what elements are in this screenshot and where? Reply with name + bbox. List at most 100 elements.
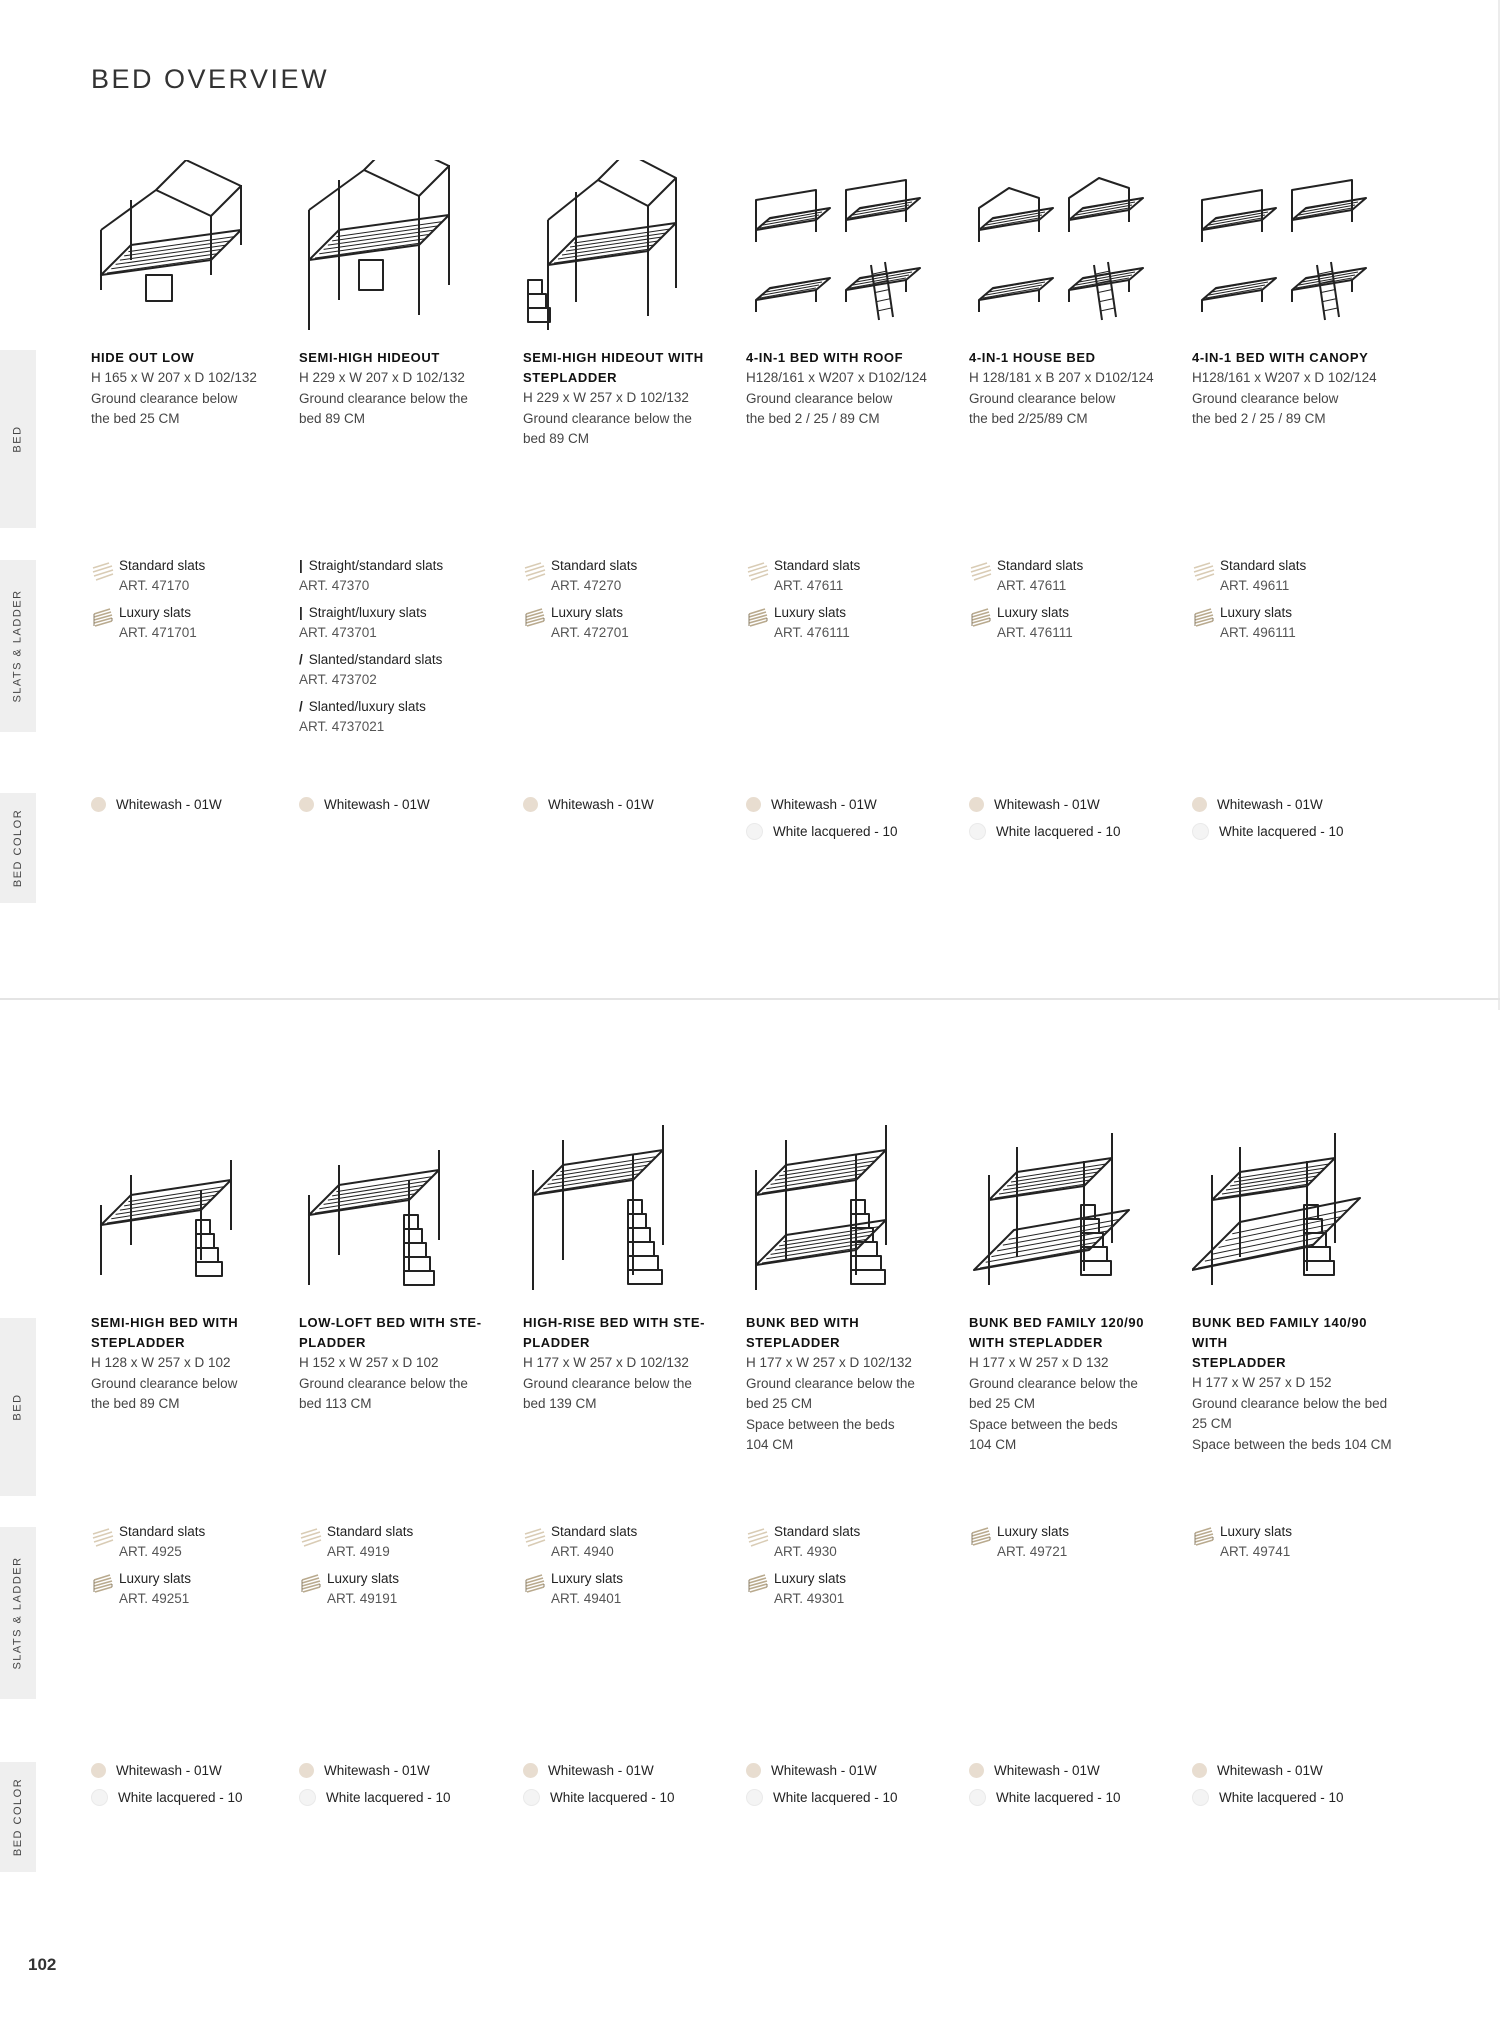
article-number: ART. 4925 (119, 1544, 182, 1559)
slats-list: Luxury slats ART. 49721 (969, 1522, 1184, 1569)
bunk-family-140-icon-drawing (1192, 1133, 1361, 1285)
color-label: White lacquered - 10 (118, 1789, 243, 1805)
slat-name: Standard slats (774, 1524, 861, 1539)
color-option: Whitewash - 01W (91, 1760, 311, 1780)
page-title: BED OVERVIEW (91, 64, 330, 95)
color-swatch (91, 1762, 106, 1778)
slats-list: Standard slats ART. 4940 Luxury slats ART. … (523, 1522, 738, 1616)
product-spec: Space between the beds 104 CM (1192, 1436, 1392, 1452)
color-options: Whitewash - 01W White lacquered - 10 (1192, 1760, 1412, 1814)
slat-label: Straight/luxury slats (308, 605, 427, 620)
side-tab-slats-bottom: SLATS & LADDER (0, 1527, 36, 1699)
product-name: LOW-LOFT BED WITH STE- (299, 1315, 482, 1330)
color-label: Whitewash - 01W (1217, 1762, 1323, 1778)
slat-option: Luxury slats ART. 49741 (1192, 1522, 1407, 1562)
side-tab-color-top: BED COLOR (0, 793, 36, 903)
color-option: Whitewash - 01W (523, 794, 743, 814)
slat-name: Luxury slats (1220, 605, 1293, 620)
standard-slats-icon (91, 559, 115, 583)
article-number: ART. 49721 (997, 1544, 1068, 1559)
product-column: SEMI-HIGH HIDEOUT H 229 x W 207 x D 102/1… (299, 160, 509, 1060)
color-label: White lacquered - 10 (996, 1789, 1121, 1805)
slat-option: Standard slats ART. 4919 (299, 1522, 514, 1562)
color-option: White lacquered - 10 (1192, 1787, 1412, 1807)
slanted-mark: / (299, 699, 303, 714)
color-swatch (1192, 822, 1209, 840)
product-name: HIDE OUT LOW (91, 350, 195, 365)
article-number: ART. 473702 (299, 672, 377, 687)
product-name: SEMI-HIGH HIDEOUT WITH (523, 350, 704, 365)
luxury-slats-icon (746, 1572, 770, 1596)
product-info: SEMI-HIGH HIDEOUT H 229 x W 207 x D 102/1… (299, 348, 504, 430)
low-loft-stepladder-icon-drawing (308, 1150, 440, 1286)
product-spec: the bed 2 / 25 / 89 CM (746, 411, 880, 426)
color-swatch (969, 1762, 984, 1778)
semi-high-stepladder-icon (91, 1125, 266, 1300)
color-option: White lacquered - 10 (969, 1787, 1189, 1807)
product-spec: H 229 x W 257 x D 102/132 (523, 390, 689, 405)
color-options: Whitewash - 01W White lacquered - 10 (746, 794, 966, 848)
product-info: BUNK BED FAMILY 140/90 WITH STEPLADDER H 1… (1192, 1313, 1397, 1455)
slat-option: Standard slats ART. 49611 (1192, 556, 1407, 596)
slat-option: / Slanted/standard slats ART. 473702 (299, 650, 514, 690)
color-swatch (746, 1788, 763, 1806)
luxury-slats-icon (1192, 1525, 1216, 1549)
color-swatch (969, 1788, 986, 1806)
slat-name: Luxury slats (551, 605, 624, 620)
slats-list: Standard slats ART. 49611 Luxury slats ART.… (1192, 556, 1407, 650)
article-number: ART. 47270 (551, 578, 622, 593)
color-option: Whitewash - 01W (746, 794, 966, 814)
product-info: 4-IN-1 BED WITH ROOF H128/161 x W207 x D1… (746, 348, 951, 430)
color-option: Whitewash - 01W (1192, 794, 1412, 814)
product-spec: Ground clearance below the (969, 1375, 1138, 1391)
straight-mark: | (299, 558, 303, 573)
color-option: White lacquered - 10 (523, 1787, 743, 1807)
slat-option: Standard slats ART. 47611 (746, 556, 961, 596)
slats-list: Standard slats ART. 47270 Luxury slats ART.… (523, 556, 738, 650)
slat-name: Luxury slats (1220, 1524, 1293, 1539)
slats-list: Standard slats ART. 47611 Luxury slats ART.… (746, 556, 961, 650)
color-option: Whitewash - 01W (969, 794, 1189, 814)
color-swatch (523, 1762, 538, 1778)
luxury-slats-icon (91, 1572, 115, 1596)
slat-option: Luxury slats ART. 49401 (523, 1569, 738, 1609)
product-name: BUNK BED WITH (746, 1315, 860, 1330)
product-spec: H 177 x W 257 x D 102/132 (523, 1355, 689, 1370)
bunk-family-140-icon (1192, 1125, 1367, 1300)
color-swatch (746, 822, 763, 840)
slat-name: Standard slats (997, 558, 1084, 573)
color-label: White lacquered - 10 (773, 1789, 898, 1805)
slat-option: | Straight/luxury slats ART. 473701 (299, 603, 514, 643)
product-column: SEMI-HIGH BED WITH STEPLADDER H 128 x W 25… (91, 1125, 301, 2025)
product-spec: the bed 2 / 25 / 89 CM (1192, 411, 1326, 426)
color-option: Whitewash - 01W (969, 1760, 1189, 1780)
product-name: STEPLADDER (523, 370, 618, 385)
slat-option: | Straight/standard slats ART. 47370 (299, 556, 514, 596)
product-spec: H 128/181 x B 207 x D102/124 (969, 370, 1154, 385)
slat-name: Luxury slats (119, 1571, 192, 1586)
product-spec: Space between the beds (746, 1416, 895, 1432)
article-number: ART. 47370 (299, 578, 370, 593)
color-label: White lacquered - 10 (773, 823, 898, 839)
color-swatch (969, 822, 986, 840)
product-info: SEMI-HIGH BED WITH STEPLADDER H 128 x W 25… (91, 1313, 296, 1415)
color-label: Whitewash - 01W (994, 796, 1100, 812)
color-options: Whitewash - 01W White lacquered - 10 (523, 1760, 743, 1814)
color-label: Whitewash - 01W (994, 1762, 1100, 1778)
color-label: White lacquered - 10 (550, 1789, 675, 1805)
product-column: 4-IN-1 HOUSE BED H 128/181 x B 207 x D102… (969, 160, 1179, 1060)
color-label: Whitewash - 01W (1217, 796, 1323, 812)
slats-list: Luxury slats ART. 49741 (1192, 1522, 1407, 1569)
product-spec: Ground clearance below (91, 1375, 238, 1391)
slat-option: Standard slats ART. 4930 (746, 1522, 961, 1562)
color-swatch (523, 1788, 540, 1806)
color-swatch (91, 1788, 108, 1806)
luxury-slats-icon (1192, 606, 1216, 630)
color-option: White lacquered - 10 (299, 1787, 519, 1807)
color-option: White lacquered - 10 (969, 821, 1189, 841)
article-number: ART. 4930 (774, 1544, 837, 1559)
slat-label: Slanted/luxury slats (308, 699, 426, 714)
product-spec: H 152 x W 257 x D 102 (299, 1355, 439, 1370)
product-spec: Space between the beds (969, 1416, 1118, 1432)
product-column: LOW-LOFT BED WITH STE- PLADDER H 152 x W 2… (299, 1125, 509, 2025)
